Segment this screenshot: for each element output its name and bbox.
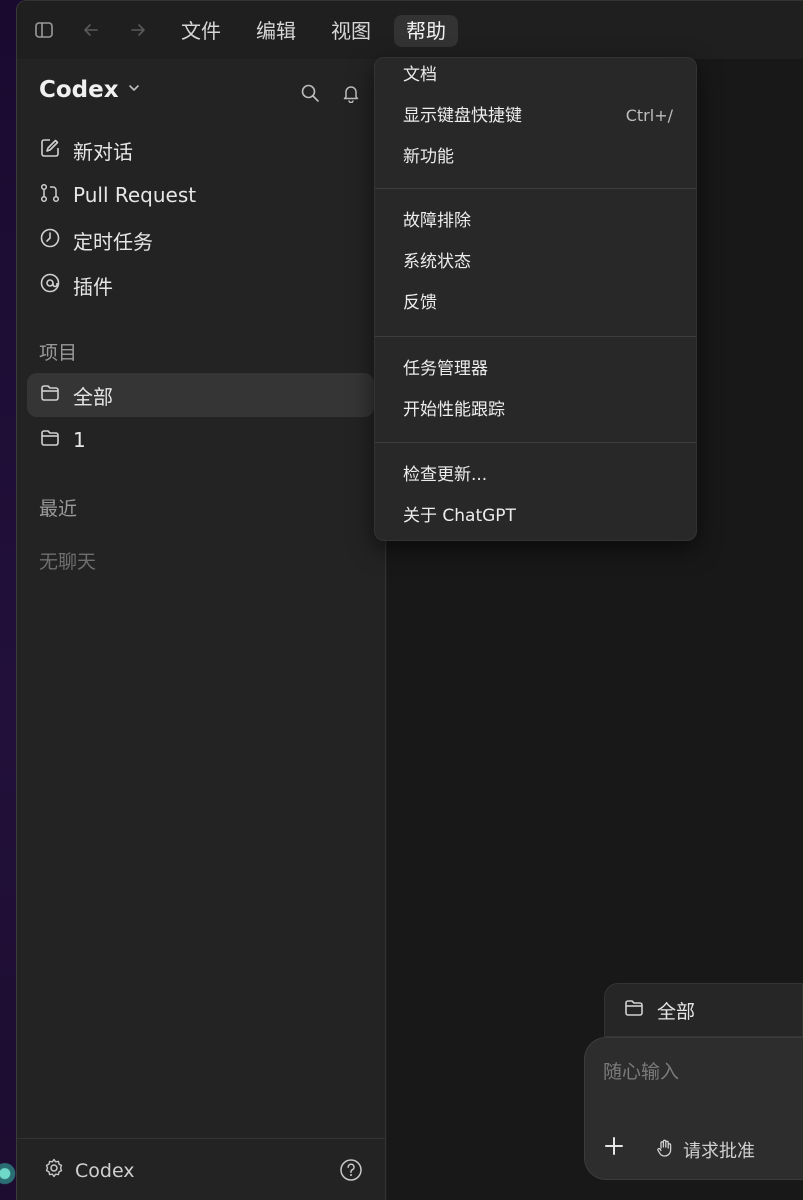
recent-empty-state: 无聊天 — [39, 551, 97, 573]
menu-divider — [375, 188, 696, 189]
nav-new-chat[interactable]: 新对话 — [27, 128, 374, 172]
menu-item-label: 任务管理器 — [403, 359, 488, 379]
help-circle-icon[interactable] — [339, 1158, 363, 1182]
shortcut-hint: Ctrl+/ — [625, 106, 673, 125]
clock-icon — [39, 227, 61, 254]
project-label: 全部 — [73, 384, 113, 409]
chevron-down-icon — [127, 81, 141, 99]
menu-item-label: 反馈 — [403, 293, 437, 313]
project-item-1[interactable]: 1 — [27, 418, 374, 462]
menu-item-start-perf-trace[interactable]: 开始性能跟踪 — [403, 394, 673, 426]
menu-item-about[interactable]: 关于 ChatGPT — [403, 500, 673, 532]
nav-label: Pull Request — [73, 183, 197, 207]
composer-project-selector[interactable]: 全部 — [604, 983, 803, 1037]
menu-item-whats-new[interactable]: 新功能 — [403, 141, 673, 173]
recent-section-label: 最近 — [39, 498, 78, 520]
sidebar-toggle-icon[interactable] — [33, 19, 55, 41]
folder-icon — [623, 997, 645, 1024]
menu-item-keyboard-shortcuts[interactable]: 显示键盘快捷键 Ctrl+/ — [403, 100, 673, 132]
project-item-all[interactable]: 全部 — [27, 373, 374, 417]
edit-icon — [39, 137, 61, 164]
menu-divider — [375, 442, 696, 443]
project-label: 1 — [73, 428, 86, 452]
bell-icon[interactable] — [339, 81, 363, 105]
brand-name: Codex — [39, 77, 119, 103]
approval-mode-button[interactable]: 请求批准 — [655, 1137, 755, 1163]
gear-icon — [43, 1157, 65, 1184]
settings-label: Codex — [75, 1159, 135, 1182]
menu-item-system-status[interactable]: 系统状态 — [403, 246, 673, 278]
menu-item-label: 新功能 — [403, 147, 454, 167]
nav-scheduled-tasks[interactable]: 定时任务 — [27, 218, 374, 262]
menu-item-label: 显示键盘快捷键 — [403, 106, 522, 126]
plus-icon[interactable] — [603, 1135, 625, 1157]
menu-item-label: 检查更新... — [403, 465, 488, 485]
menu-item-label: 关于 ChatGPT — [403, 506, 516, 526]
folder-icon — [39, 382, 61, 409]
settings-button[interactable]: Codex — [43, 1157, 135, 1184]
workspace-switcher[interactable]: Codex — [39, 77, 141, 103]
menu-item-feedback[interactable]: 反馈 — [403, 287, 673, 319]
nav-label: 插件 — [73, 274, 113, 299]
composer-project-label: 全部 — [657, 1000, 696, 1023]
plugin-icon — [39, 272, 61, 299]
help-dropdown-menu: 文档 显示键盘快捷键 Ctrl+/ 新功能 故障排除 系统状态 反馈 任务管理器… — [374, 57, 697, 541]
approval-label: 请求批准 — [683, 1141, 755, 1162]
forward-arrow-icon[interactable] — [127, 19, 149, 41]
menu-edit[interactable]: 编辑 — [244, 15, 308, 47]
menu-item-docs[interactable]: 文档 — [403, 59, 673, 91]
projects-section-label: 项目 — [39, 342, 78, 364]
sidebar-footer: Codex — [17, 1138, 386, 1200]
search-icon[interactable] — [298, 81, 322, 105]
nav-label: 定时任务 — [73, 229, 153, 254]
composer: 请求批准 — [584, 1037, 803, 1180]
menu-item-check-updates[interactable]: 检查更新... — [403, 459, 673, 491]
nav-pull-request[interactable]: Pull Request — [27, 173, 374, 217]
menu-help[interactable]: 帮助 — [394, 15, 458, 47]
menu-item-task-manager[interactable]: 任务管理器 — [403, 353, 673, 385]
menu-item-label: 故障排除 — [403, 211, 471, 231]
menu-divider — [375, 336, 696, 337]
menu-item-label: 开始性能跟踪 — [403, 400, 505, 420]
hand-icon — [655, 1138, 675, 1163]
menu-item-troubleshoot[interactable]: 故障排除 — [403, 205, 673, 237]
menu-view[interactable]: 视图 — [319, 15, 383, 47]
desktop-mascot-icon — [0, 1156, 16, 1200]
title-bar: 文件 编辑 视图 帮助 — [17, 1, 803, 59]
folder-icon — [39, 427, 61, 454]
sidebar: Codex 新对话 Pull Request 定时任务 插件 项目 全部 1 最… — [17, 59, 386, 1200]
menu-item-label: 系统状态 — [403, 252, 471, 272]
composer-input[interactable] — [601, 1060, 791, 1084]
menu-item-label: 文档 — [403, 65, 437, 85]
back-arrow-icon[interactable] — [80, 19, 102, 41]
git-pull-request-icon — [39, 182, 61, 209]
nav-plugins[interactable]: 插件 — [27, 263, 374, 307]
menu-file[interactable]: 文件 — [169, 15, 233, 47]
nav-label: 新对话 — [73, 139, 133, 164]
